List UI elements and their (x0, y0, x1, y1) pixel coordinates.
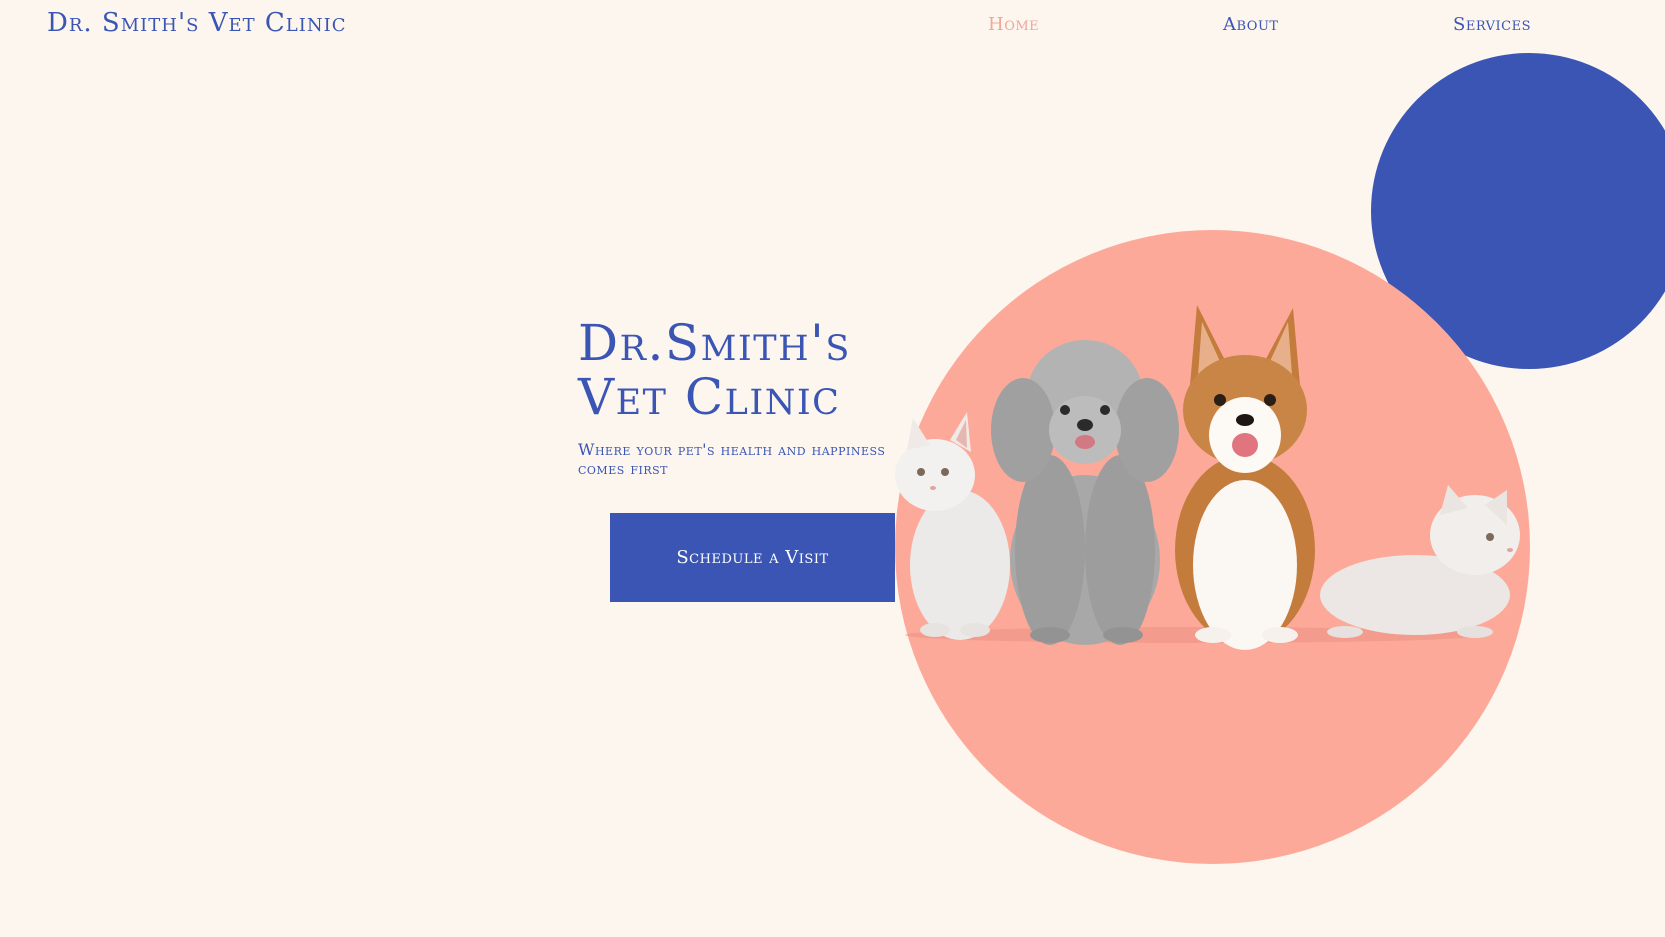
poodle (991, 340, 1179, 645)
nav-home[interactable]: Home (988, 14, 1039, 35)
pets-image (895, 305, 1520, 650)
hero-title-line-2: Vet Clinic (578, 368, 841, 426)
hero-title: Dr.Smith's Vet Clinic (578, 316, 851, 424)
white-cat-right (1320, 485, 1520, 638)
site-logo[interactable]: Dr. Smith's Vet Clinic (47, 8, 347, 38)
hero-subtitle: Where your pet's health and happiness co… (578, 440, 886, 478)
hero-title-line-1: Dr.Smith's (578, 314, 851, 372)
schedule-visit-button[interactable]: Schedule a Visit (610, 513, 895, 602)
nav-services[interactable]: Services (1453, 14, 1531, 35)
corgi (1175, 305, 1315, 650)
nav-about[interactable]: About (1223, 14, 1279, 35)
